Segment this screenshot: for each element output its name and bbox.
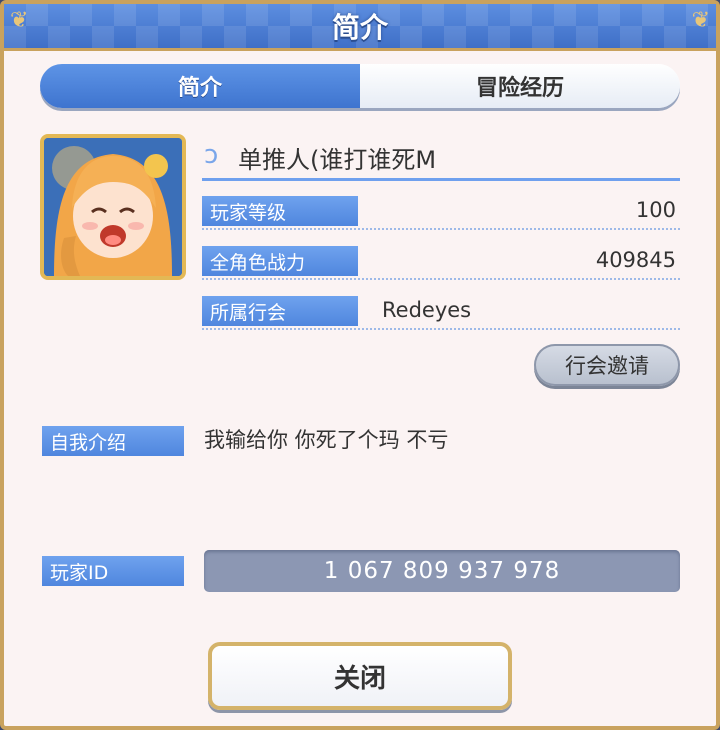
avatar	[40, 134, 186, 280]
stat-label: 玩家等级	[202, 196, 358, 226]
stat-label: 全角色战力	[202, 246, 358, 276]
guild-invite-button[interactable]: 行会邀请	[534, 344, 680, 386]
player-name: 单推人(谁打谁死M	[238, 146, 437, 174]
corner-ornament-icon: ❦	[10, 8, 29, 33]
profile-dialog: ❦ 简介 ❦ 简介 冒险经历 ↄ 单推人(谁打谁死M 玩家等级 100 全角色战…	[0, 0, 720, 730]
stat-value: Redeyes	[382, 298, 472, 322]
tab-profile[interactable]: 简介	[40, 64, 360, 108]
swirl-ornament-icon: ↄ	[204, 140, 219, 170]
tab-adventure-history[interactable]: 冒险经历	[360, 64, 680, 108]
bio-text: 我输给你 你死了个玛 不亏	[204, 428, 449, 452]
dialog-header: ❦ 简介 ❦	[4, 4, 716, 51]
player-id-value: 1 067 809 937 978	[204, 550, 680, 592]
close-button[interactable]: 关闭	[208, 642, 512, 710]
dialog-title: 简介	[331, 11, 388, 44]
character-portrait-icon	[44, 138, 182, 276]
corner-ornament-icon: ❦	[691, 8, 710, 33]
stat-value: 409845	[595, 248, 676, 272]
tab-bar: 简介 冒险经历	[40, 64, 680, 108]
bio-label: 自我介绍	[42, 426, 184, 456]
stat-row-guild: 所属行会 Redeyes	[202, 296, 680, 330]
player-name-row: ↄ 单推人(谁打谁死M	[202, 134, 680, 181]
stat-value: 100	[635, 198, 676, 222]
stat-row-level: 玩家等级 100	[202, 196, 680, 230]
stat-row-power: 全角色战力 409845	[202, 246, 680, 280]
stat-label: 所属行会	[202, 296, 358, 326]
player-id-label: 玩家ID	[42, 556, 184, 586]
